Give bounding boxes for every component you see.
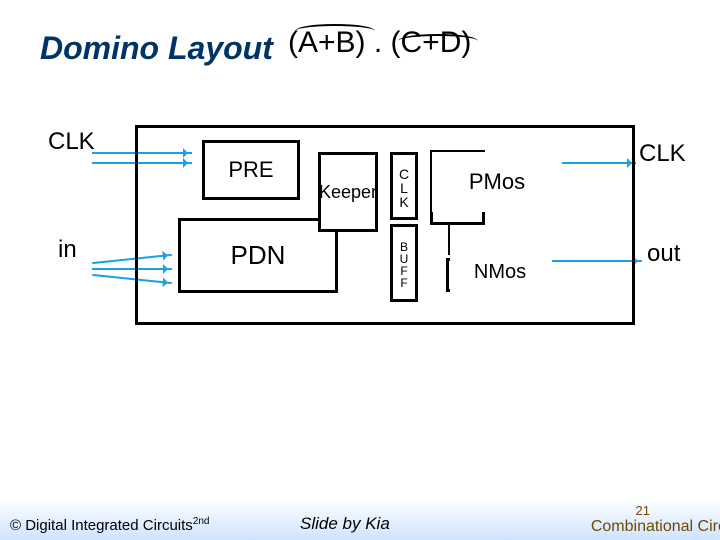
label-in: in	[58, 236, 77, 264]
copyright-sup: 2nd	[193, 516, 210, 527]
connector-pmos-nmos	[448, 225, 450, 255]
page-title: Domino Layout	[40, 30, 273, 67]
label-out: out	[647, 240, 680, 268]
label-clk-left: CLK	[48, 128, 95, 156]
outer-left	[135, 125, 138, 325]
slide-by-text: Slide by Kia	[300, 514, 390, 534]
box-clk-vertical: C L K	[390, 152, 418, 220]
outer-right	[632, 125, 635, 325]
label-clk-right: CLK	[639, 140, 686, 168]
copyright-text: © Digital Integrated Circuits2nd	[10, 516, 209, 534]
outer-top	[135, 125, 635, 128]
outer-bottom	[135, 322, 635, 325]
box-buff-vertical: B U F F	[390, 224, 418, 302]
copyright-pre: © Digital Integrated Circuits	[10, 517, 193, 534]
label-pmos: PMos	[432, 152, 562, 212]
section-label: Combinational Circ	[591, 518, 720, 536]
box-keeper: Keeper	[318, 152, 378, 232]
label-nmos: NMos	[450, 252, 550, 292]
box-pdn: PDN	[178, 218, 338, 293]
box-pre: PRE	[202, 140, 300, 200]
page-number: 21	[636, 503, 650, 518]
expression-text: (A+B) . (C+D)	[288, 26, 471, 60]
slide: Domino Layout (A+B) . (C+D) CLK in CLK o…	[0, 0, 720, 540]
